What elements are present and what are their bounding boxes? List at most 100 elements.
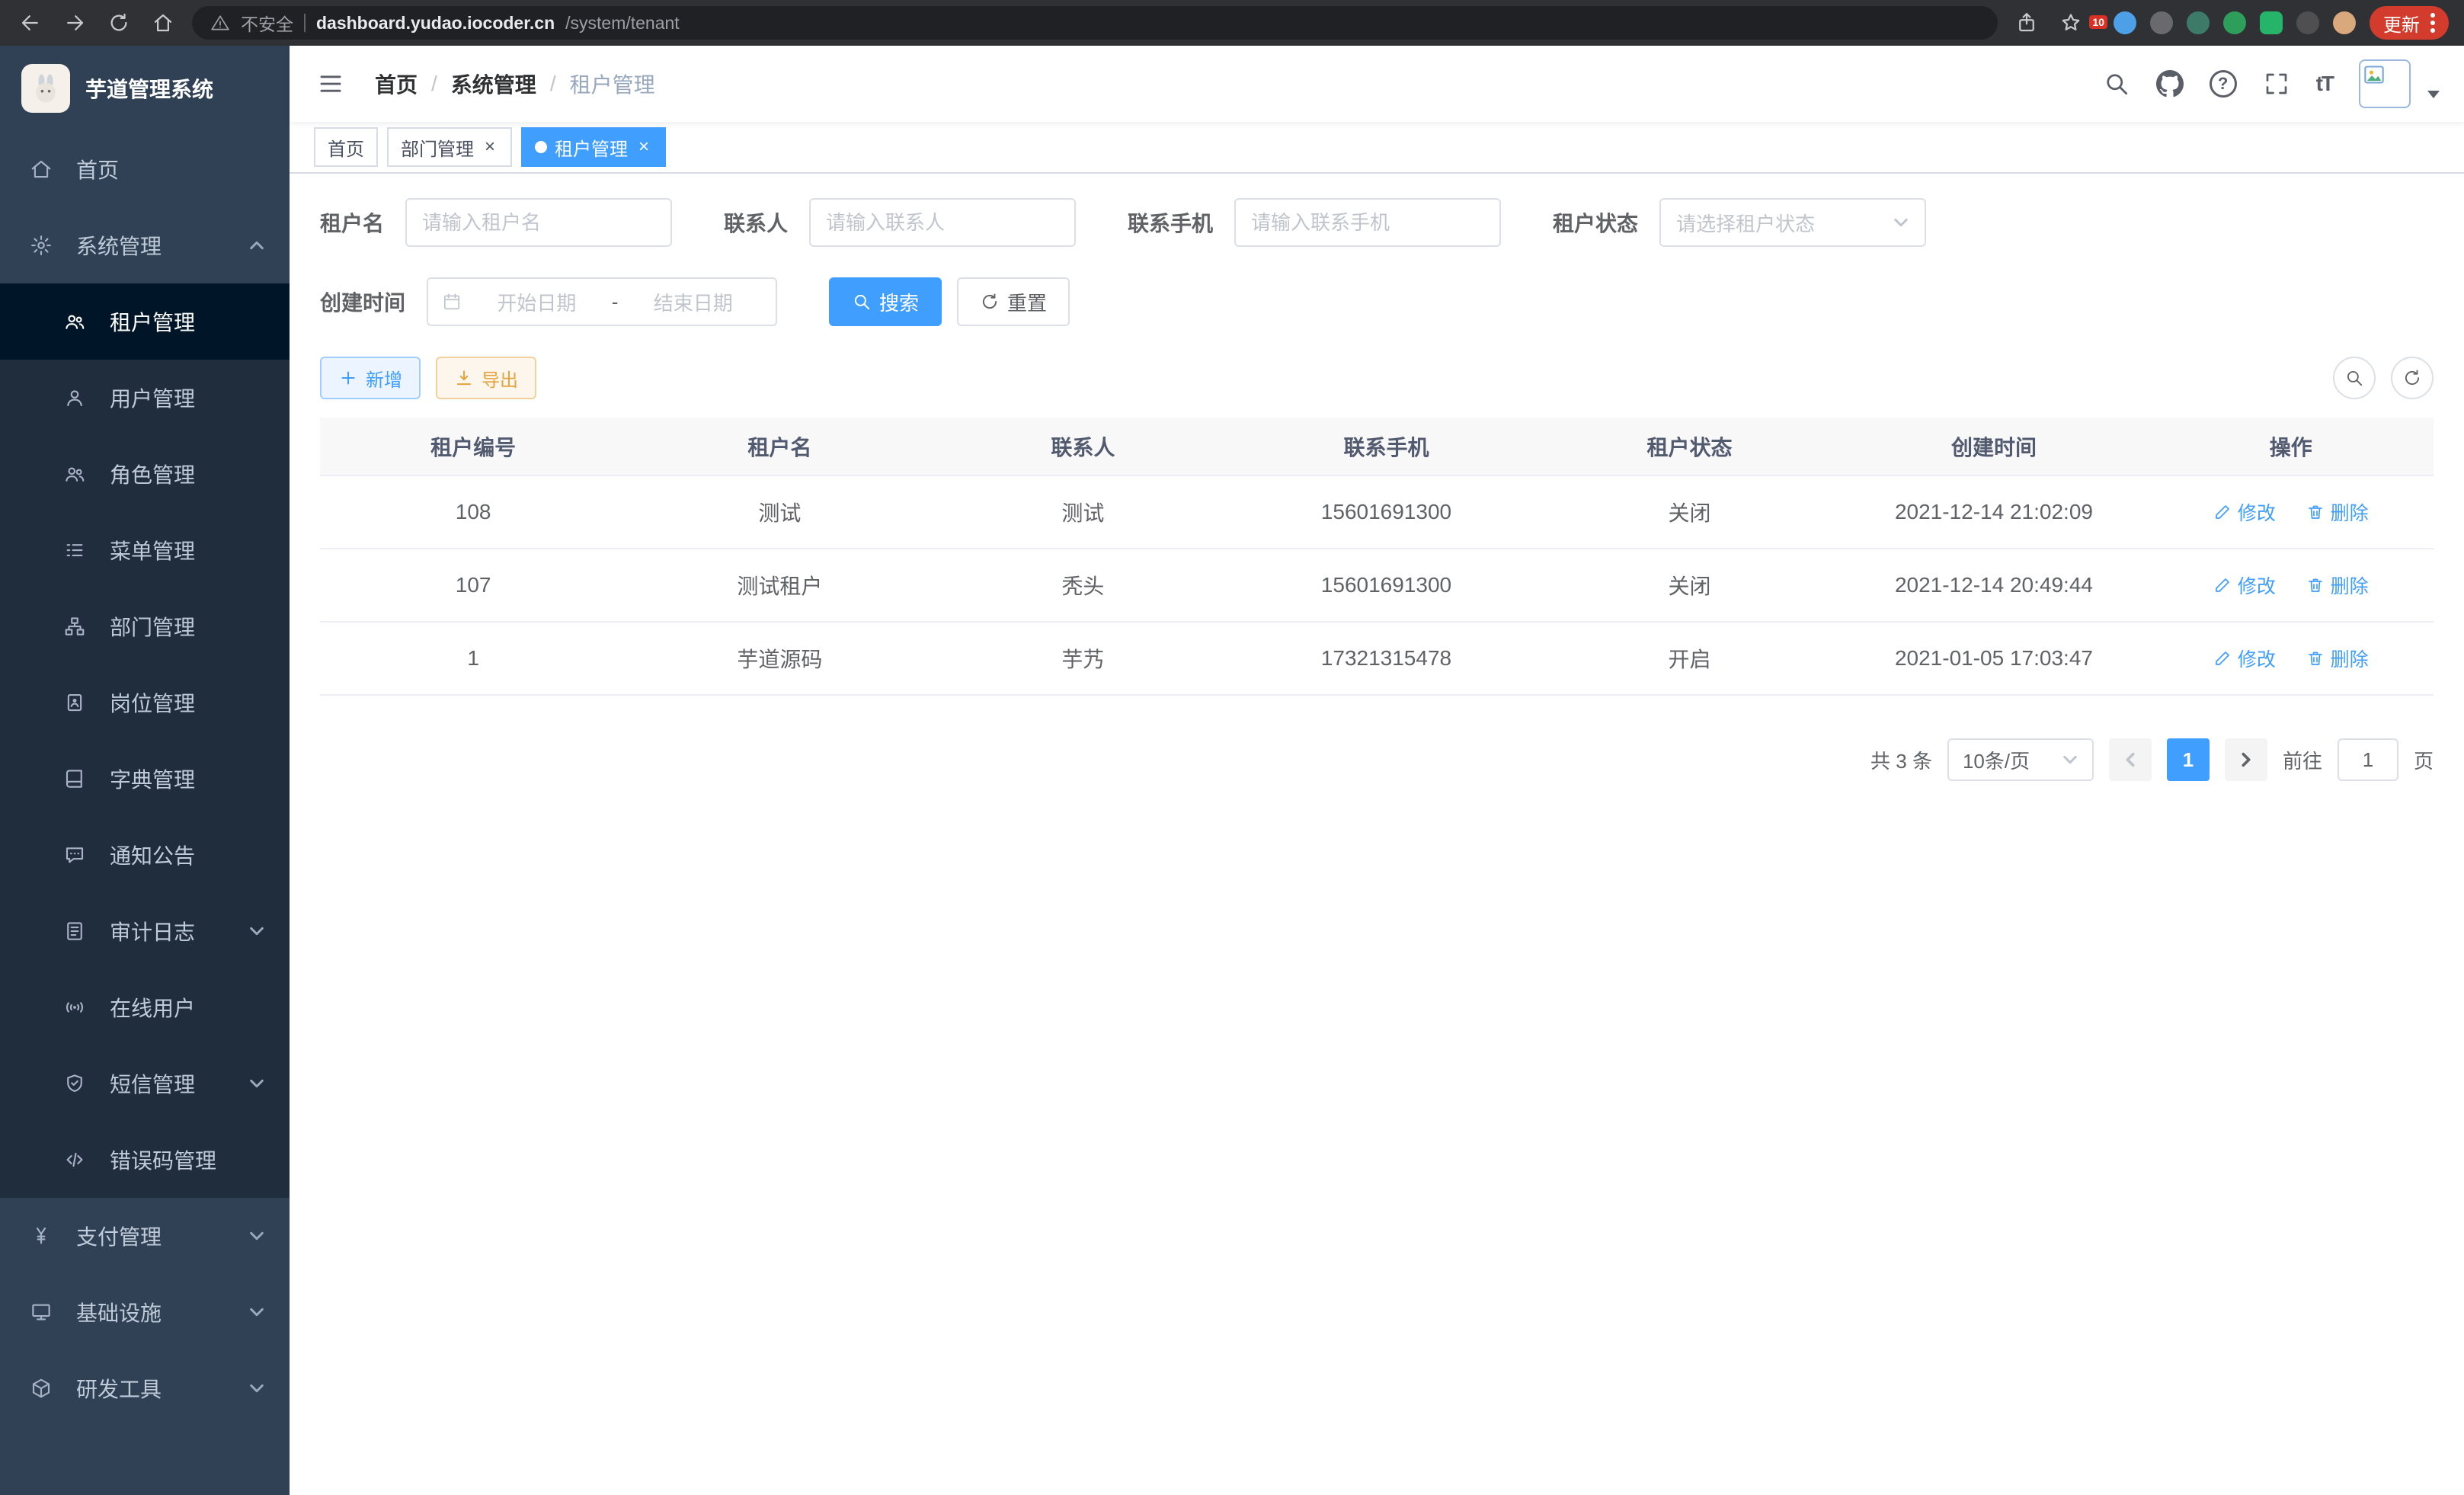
delete-button[interactable]: 删除 xyxy=(2306,571,2369,599)
sidebar-item-label: 用户管理 xyxy=(110,383,195,413)
edit-button[interactable]: 修改 xyxy=(2213,571,2276,599)
sidebar-item-audit-log[interactable]: 审计日志 xyxy=(0,893,290,969)
delete-button[interactable]: 删除 xyxy=(2306,645,2369,672)
breadcrumb-system[interactable]: 系统管理 xyxy=(451,69,536,99)
chevron-down-icon xyxy=(248,923,265,940)
home-nav-icon[interactable] xyxy=(148,8,178,38)
browser-menu-dots-icon[interactable] xyxy=(2430,13,2435,33)
breadcrumb-home[interactable]: 首页 xyxy=(375,69,418,99)
next-page-button[interactable] xyxy=(2225,738,2267,781)
tag-home[interactable]: 首页 xyxy=(314,127,378,167)
extension-icon-darkgreen[interactable] xyxy=(2187,11,2210,34)
sidebar-item-infrastructure[interactable]: 基础设施 xyxy=(0,1274,290,1350)
update-button[interactable]: 更新 xyxy=(2370,6,2449,40)
sidebar-item-payment[interactable]: 支付管理 xyxy=(0,1198,290,1274)
cell-name: 测试租户 xyxy=(626,549,933,622)
contact-input[interactable] xyxy=(809,198,1076,247)
tag-tenant-active[interactable]: 租户管理 × xyxy=(521,127,666,167)
sidebar-item-label: 在线用户 xyxy=(110,992,195,1023)
phone-field[interactable] xyxy=(1251,211,1484,235)
fullscreen-icon[interactable] xyxy=(2263,70,2290,98)
sidebar-item-notices[interactable]: 通知公告 xyxy=(0,817,290,893)
breadcrumb-current: 租户管理 xyxy=(570,69,655,99)
delete-button[interactable]: 删除 xyxy=(2306,498,2369,526)
tenant-name-field[interactable] xyxy=(422,211,655,235)
sidebar-menu: 首页 系统管理 租户管理 用户管理 xyxy=(0,131,290,1495)
toolbar-right xyxy=(2333,357,2434,399)
address-bar[interactable]: 不安全 dashboard.yudao.iocoder.cn/system/te… xyxy=(192,6,1998,40)
cell-operations: 修改 删除 xyxy=(2148,549,2434,622)
share-icon[interactable] xyxy=(2011,8,2042,38)
extensions-puzzle-icon[interactable] xyxy=(2296,11,2319,34)
sidebar-item-sms[interactable]: 短信管理 xyxy=(0,1045,290,1122)
sidebar-item-users[interactable]: 用户管理 xyxy=(0,360,290,436)
security-label[interactable]: 不安全 xyxy=(241,10,293,36)
search-icon[interactable] xyxy=(2103,70,2130,98)
sidebar-item-system[interactable]: 系统管理 xyxy=(0,207,290,283)
close-icon[interactable]: × xyxy=(482,136,498,158)
tag-departments[interactable]: 部门管理 × xyxy=(387,127,512,167)
close-icon[interactable]: × xyxy=(635,136,652,158)
add-button[interactable]: 新增 xyxy=(320,357,421,399)
chevron-up-icon xyxy=(248,237,265,254)
extension-icon-green-square[interactable] xyxy=(2260,11,2283,34)
edit-button[interactable]: 修改 xyxy=(2213,645,2276,672)
search-button[interactable]: 搜索 xyxy=(829,277,942,326)
reload-icon[interactable] xyxy=(104,8,134,38)
sidebar-item-dictionary[interactable]: 字典管理 xyxy=(0,741,290,817)
gear-icon xyxy=(24,234,58,257)
extension-icon-gray[interactable] xyxy=(2150,11,2173,34)
not-secure-warning-icon xyxy=(210,13,230,33)
page-size-select[interactable]: 10条/页 xyxy=(1947,738,2094,781)
collapse-sidebar-icon[interactable] xyxy=(314,67,347,101)
refresh-icon[interactable] xyxy=(2391,357,2434,399)
prev-page-button[interactable] xyxy=(2109,738,2152,781)
contact-field[interactable] xyxy=(826,211,1059,235)
sidebar-item-online-users[interactable]: 在线用户 xyxy=(0,969,290,1045)
status-select[interactable]: 请选择租户状态 xyxy=(1659,198,1926,247)
sidebar-item-posts[interactable]: 岗位管理 xyxy=(0,664,290,741)
sidebar-item-label: 岗位管理 xyxy=(110,687,195,718)
sidebar-item-label: 字典管理 xyxy=(110,764,195,794)
sidebar-item-error-codes[interactable]: 错误码管理 xyxy=(0,1122,290,1198)
github-icon[interactable] xyxy=(2156,70,2184,98)
browser-right-controls: 10 更新 xyxy=(2011,6,2449,40)
reset-button[interactable]: 重置 xyxy=(957,277,1070,326)
sidebar-item-label: 菜单管理 xyxy=(110,535,195,565)
edit-label: 修改 xyxy=(2238,498,2276,526)
filter-row-1: 租户名 联系人 联系手机 xyxy=(320,198,2434,247)
extension-icon-blue[interactable] xyxy=(2114,11,2136,34)
chevron-down-icon xyxy=(248,1304,265,1321)
app-logo-row[interactable]: 芋道管理系统 xyxy=(0,46,290,131)
bookmark-star-icon[interactable] xyxy=(2056,8,2086,38)
sidebar-item-label: 支付管理 xyxy=(76,1221,162,1251)
url-path: /system/tenant xyxy=(565,13,680,34)
toggle-search-icon[interactable] xyxy=(2333,357,2376,399)
avatar[interactable] xyxy=(2359,59,2411,108)
breadcrumb: 首页 / 系统管理 / 租户管理 xyxy=(375,69,655,99)
avatar-caret-down-icon[interactable] xyxy=(2427,91,2440,98)
sidebar-item-dev-tools[interactable]: 研发工具 xyxy=(0,1350,290,1426)
sidebar-item-departments[interactable]: 部门管理 xyxy=(0,588,290,664)
sidebar-item-label: 系统管理 xyxy=(76,230,162,261)
sidebar-item-tenant[interactable]: 租户管理 xyxy=(0,283,290,360)
back-icon[interactable] xyxy=(15,8,46,38)
edit-button[interactable]: 修改 xyxy=(2213,498,2276,526)
sidebar-item-home[interactable]: 首页 xyxy=(0,131,290,207)
date-end-placeholder: 结束日期 xyxy=(624,288,762,316)
date-range-picker[interactable]: 开始日期 - 结束日期 xyxy=(427,277,777,326)
profile-avatar-icon[interactable] xyxy=(2333,11,2356,34)
sidebar-item-menus[interactable]: 菜单管理 xyxy=(0,512,290,588)
sidebar-item-label: 审计日志 xyxy=(110,916,195,946)
phone-input[interactable] xyxy=(1234,198,1501,247)
tenant-name-input[interactable] xyxy=(405,198,672,247)
sidebar-item-roles[interactable]: 角色管理 xyxy=(0,436,290,512)
font-size-icon[interactable]: tT xyxy=(2316,72,2333,96)
page-number-current[interactable]: 1 xyxy=(2167,738,2210,781)
goto-page-input[interactable] xyxy=(2338,738,2398,781)
search-button-label: 搜索 xyxy=(879,288,919,316)
extension-icon-green-circle[interactable] xyxy=(2223,11,2246,34)
forward-icon[interactable] xyxy=(59,8,90,38)
help-icon[interactable]: ? xyxy=(2210,70,2237,98)
export-button[interactable]: 导出 xyxy=(436,357,536,399)
